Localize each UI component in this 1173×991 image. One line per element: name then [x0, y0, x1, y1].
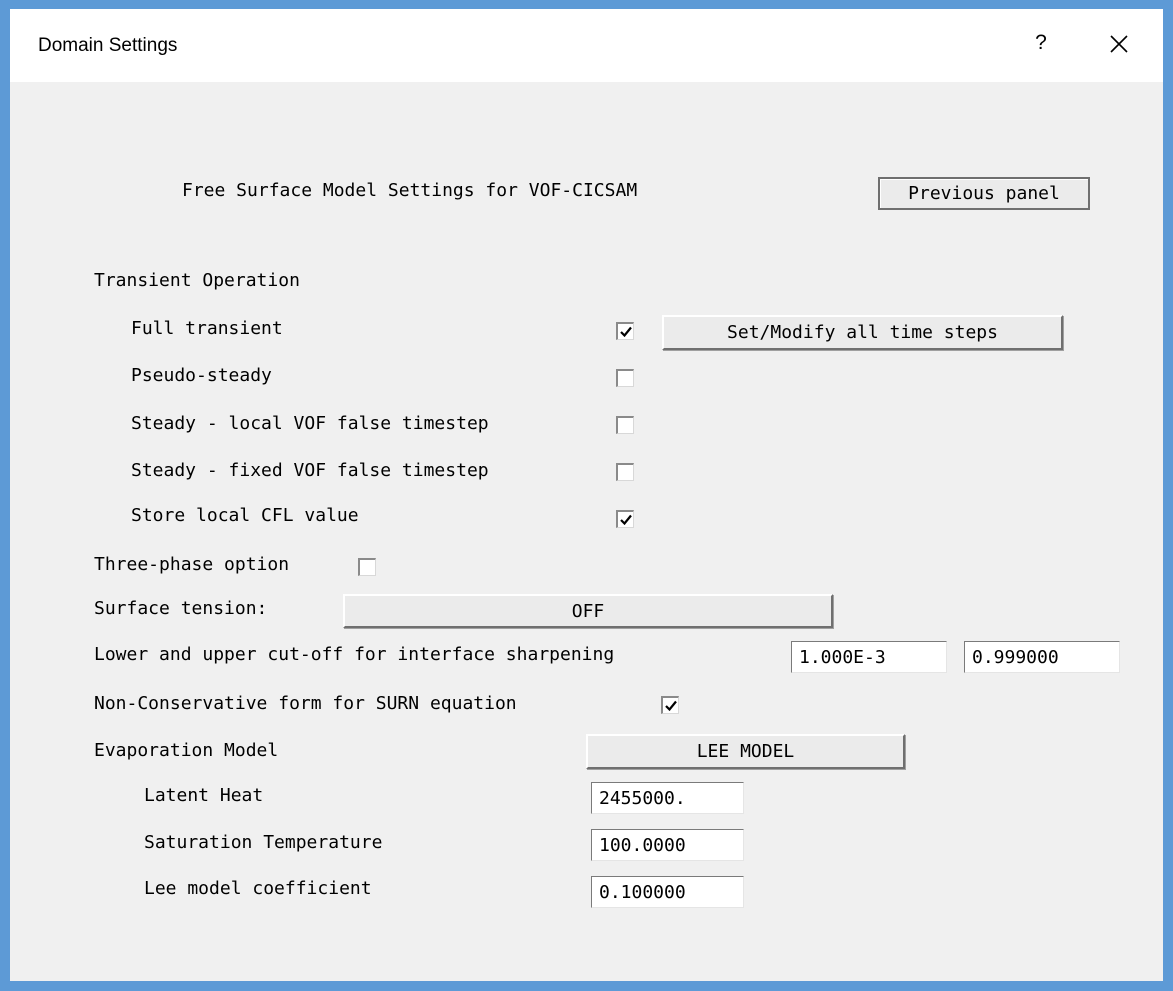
help-button[interactable]: ? — [1028, 31, 1054, 61]
evaporation-model-button[interactable]: LEE MODEL — [586, 734, 905, 769]
pseudo-steady-checkbox[interactable] — [616, 369, 634, 387]
three-phase-label: Three-phase option — [94, 554, 290, 575]
check-icon — [620, 514, 632, 526]
close-icon[interactable] — [1102, 27, 1136, 61]
window-title: Domain Settings — [38, 35, 178, 56]
surface-tension-button[interactable]: OFF — [343, 594, 833, 628]
steady-fixed-label: Steady - fixed VOF false timestep — [131, 460, 489, 481]
saturation-temperature-label: Saturation Temperature — [144, 832, 383, 853]
set-modify-time-steps-button[interactable]: Set/Modify all time steps — [662, 315, 1063, 350]
lower-cutoff-field[interactable]: 1.000E-3 — [791, 641, 947, 673]
previous-panel-button[interactable]: Previous panel — [878, 177, 1090, 210]
domain-settings-window: Domain Settings ? Free Surface Model Set… — [0, 0, 1173, 991]
latent-heat-field[interactable]: 2455000. — [591, 782, 744, 814]
full-transient-label: Full transient — [131, 318, 283, 339]
saturation-temperature-field[interactable]: 100.0000 — [591, 829, 744, 861]
pseudo-steady-label: Pseudo-steady — [131, 365, 272, 386]
steady-local-checkbox[interactable] — [616, 416, 634, 434]
steady-local-label: Steady - local VOF false timestep — [131, 413, 489, 434]
evaporation-model-label: Evaporation Model — [94, 740, 279, 761]
cutoff-label: Lower and upper cut-off for interface sh… — [94, 644, 615, 665]
lee-coefficient-field[interactable]: 0.100000 — [591, 876, 744, 908]
non-conservative-label: Non-Conservative form for SURN equation — [94, 693, 517, 714]
store-cfl-label: Store local CFL value — [131, 505, 359, 526]
check-icon — [620, 326, 632, 338]
store-cfl-checkbox[interactable] — [616, 510, 634, 528]
check-icon — [665, 700, 677, 712]
steady-fixed-checkbox[interactable] — [616, 463, 634, 481]
surface-tension-label: Surface tension: — [94, 598, 268, 619]
title-bar: Domain Settings ? — [10, 9, 1163, 82]
panel-content: Free Surface Model Settings for VOF-CICS… — [10, 82, 1163, 982]
panel-heading: Free Surface Model Settings for VOF-CICS… — [182, 180, 638, 201]
upper-cutoff-field[interactable]: 0.999000 — [964, 641, 1120, 673]
full-transient-checkbox[interactable] — [616, 322, 634, 340]
non-conservative-checkbox[interactable] — [661, 696, 679, 714]
latent-heat-label: Latent Heat — [144, 785, 264, 806]
three-phase-checkbox[interactable] — [358, 558, 376, 576]
lee-coefficient-label: Lee model coefficient — [144, 878, 372, 899]
transient-operation-label: Transient Operation — [94, 270, 300, 291]
